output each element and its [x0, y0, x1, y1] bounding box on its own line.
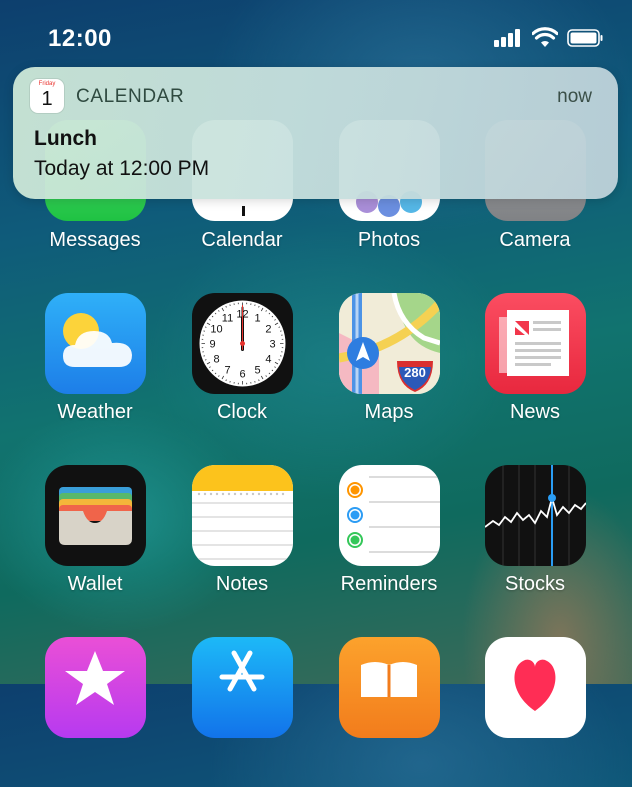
notification-time: now — [557, 86, 592, 108]
notification-app-name: CALENDAR — [76, 86, 184, 108]
app-label: Reminders — [319, 573, 459, 596]
clock-icon: 121234567891011 — [192, 293, 293, 394]
app-app-store[interactable] — [182, 637, 302, 787]
app-health[interactable] — [475, 637, 595, 787]
notes-icon — [192, 465, 293, 566]
app-reminders[interactable]: Reminders — [329, 465, 449, 615]
clock-number: 2 — [265, 324, 271, 336]
clock-number: 10 — [210, 324, 222, 336]
app-label: Notes — [172, 573, 312, 596]
app-label: Camera — [465, 229, 605, 252]
wifi-icon — [532, 27, 558, 49]
clock-number: 6 — [239, 369, 245, 381]
app-wallet[interactable]: Wallet — [35, 465, 155, 615]
clock-number: 11 — [222, 313, 233, 325]
news-icon — [485, 293, 586, 394]
clock-number: 1 — [254, 313, 260, 325]
app-itunes-store[interactable] — [35, 637, 155, 787]
notification-body: Today at 12:00 PM — [34, 157, 209, 181]
app-stocks[interactable]: Stocks — [475, 465, 595, 615]
clock-number: 3 — [269, 339, 275, 351]
app-maps[interactable]: 280 Maps — [329, 293, 449, 443]
app-news[interactable]: News — [475, 293, 595, 443]
clock-number: 8 — [213, 354, 219, 366]
app-books[interactable] — [329, 637, 449, 787]
battery-icon — [567, 29, 603, 47]
calendar-app-icon: Friday 1 — [30, 79, 64, 113]
app-label: Maps — [319, 401, 459, 424]
maps-shield-text: 280 — [397, 365, 433, 380]
calendar-icon-date: 1 — [30, 88, 64, 110]
app-notes[interactable]: Notes — [182, 465, 302, 615]
app-label: Weather — [25, 401, 165, 424]
app-label: Photos — [319, 229, 459, 252]
calendar-icon-day: Friday — [30, 81, 64, 87]
heart-icon — [485, 637, 586, 738]
app-label: News — [465, 401, 605, 424]
app-label: Calendar — [172, 229, 312, 252]
clock-number: 5 — [254, 364, 260, 376]
notification-title: Lunch — [34, 127, 97, 151]
clock-number: 4 — [265, 354, 271, 366]
status-time: 12:00 — [48, 25, 112, 53]
app-label: Stocks — [465, 573, 605, 596]
wallet-icon — [45, 465, 146, 566]
app-weather[interactable]: Weather — [35, 293, 155, 443]
weather-icon — [45, 293, 146, 394]
calendar-notification[interactable]: Friday 1 CALENDAR now Lunch Today at 12:… — [13, 67, 618, 199]
reminders-icon — [339, 465, 440, 566]
app-clock[interactable]: 121234567891011 Clock — [182, 293, 302, 443]
stocks-icon — [485, 465, 586, 566]
status-bar: 12:00 — [0, 0, 632, 66]
app-label: Messages — [25, 229, 165, 252]
star-icon — [45, 637, 146, 738]
clock-number: 9 — [209, 339, 215, 351]
maps-icon: 280 — [339, 293, 440, 394]
app-store-icon — [192, 637, 293, 738]
app-label: Wallet — [25, 573, 165, 596]
app-label: Clock — [172, 401, 312, 424]
books-icon — [339, 637, 440, 738]
clock-number: 7 — [224, 364, 230, 376]
cellular-signal-icon — [494, 29, 524, 47]
